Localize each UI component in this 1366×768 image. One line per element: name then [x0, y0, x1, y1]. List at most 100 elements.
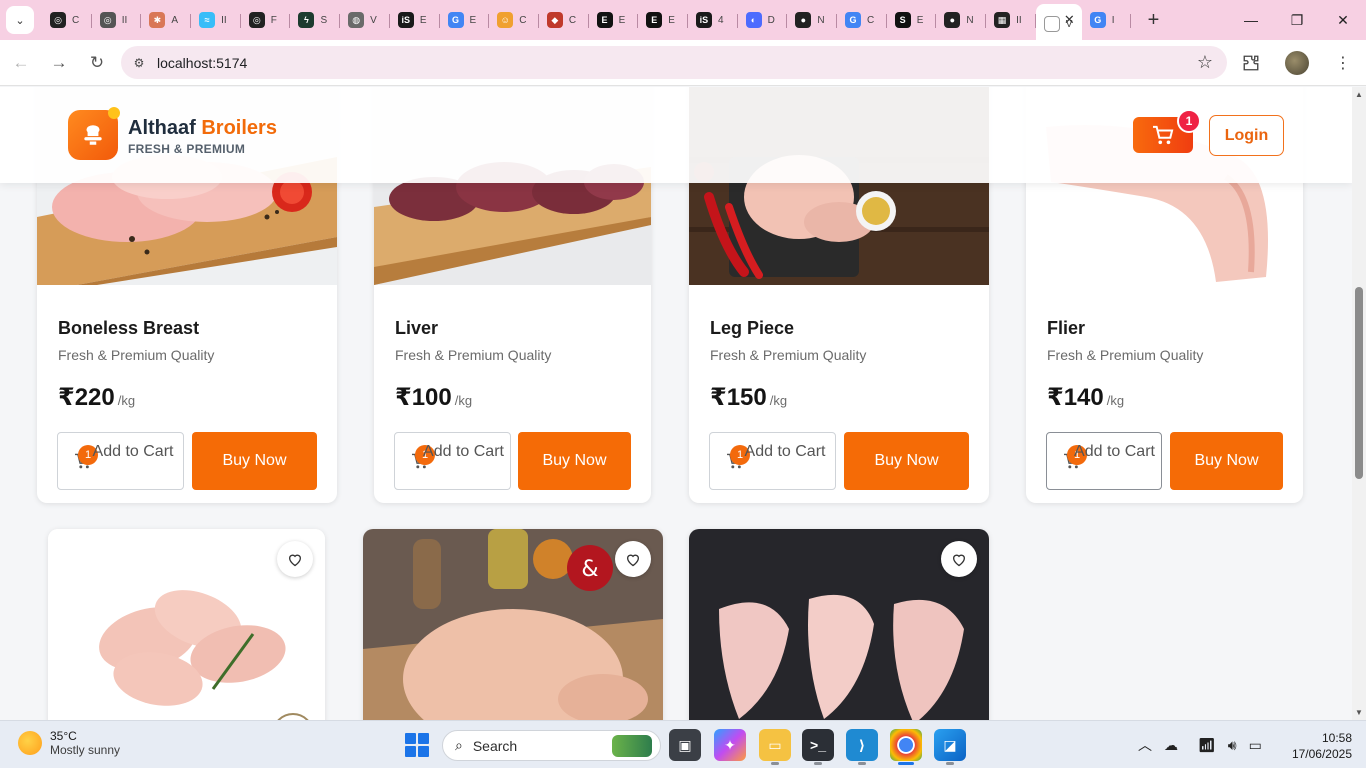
buy-now-button[interactable]: Buy Now [1170, 432, 1283, 490]
add-to-cart-button[interactable]: 1 Add to Cart [57, 432, 184, 490]
brand-name[interactable]: Althaaf Broilers [128, 117, 277, 140]
browser-tab[interactable]: ◍ V [340, 4, 390, 36]
buy-now-button[interactable]: Buy Now [518, 432, 631, 490]
tab-title: E [618, 14, 626, 26]
start-button[interactable] [405, 733, 429, 757]
browser-tab[interactable]: ◎ C [42, 4, 92, 36]
s-icon: S [894, 12, 911, 28]
browser-tab[interactable]: ◎ II [92, 4, 142, 36]
gem-icon: ◆ [546, 12, 563, 28]
site-info-icon[interactable]: ⚙ [131, 55, 147, 71]
browser-tab[interactable]: EE [638, 4, 688, 36]
tailwind-icon: ≈ [199, 12, 216, 28]
browser-tab-strip: ⌄ ◎ C ◎ II ✱ A ≈ II ◎ Fϟ S ◍ ViS E G E ☺ C ◆ C E E E EiS 4 ◐ D ● N G C… [0, 0, 1366, 44]
volume-icon[interactable]: 🔊︎ [1228, 737, 1237, 754]
browser-tab[interactable]: GI [1082, 4, 1132, 36]
browser-tab[interactable]: GC [837, 4, 887, 36]
url-text: localhost:5174 [157, 54, 248, 71]
browser-tab[interactable]: ϟS [290, 4, 340, 36]
cloud-sync-icon[interactable]: ☁ [1164, 737, 1178, 754]
new-tab-button[interactable]: + [1139, 6, 1167, 34]
scroll-down-arrow-icon[interactable]: ▼ [1355, 708, 1363, 717]
browser-tab[interactable]: ● N [936, 4, 986, 36]
logo-accent-dot [108, 107, 120, 119]
chevron-up-icon[interactable]: ︿ [1138, 735, 1152, 755]
restore-button[interactable]: ❐ [1274, 0, 1320, 40]
forward-button[interactable]: → [42, 46, 76, 80]
wifi-icon[interactable]: 📶︎ [1198, 737, 1216, 754]
github-icon: ● [944, 12, 961, 28]
tab-title: E [469, 14, 477, 26]
battery-icon[interactable]: ▭ [1249, 737, 1262, 754]
vscode-icon[interactable]: ⟩ [846, 729, 878, 765]
browser-tab[interactable]: iS 4 [688, 4, 738, 36]
buy-now-button[interactable]: Buy Now [844, 432, 969, 490]
browser-tab[interactable]: ◆ C [539, 4, 589, 36]
brand-name-primary: Althaaf [128, 117, 196, 139]
chef-hat-icon [84, 125, 102, 145]
dark-e-icon: E [646, 12, 663, 28]
browser-tab[interactable]: ▦ II [986, 4, 1036, 36]
reload-button[interactable]: ↻ [80, 46, 114, 80]
product-description: Fresh & Premium Quality [710, 347, 867, 363]
browser-tab[interactable]: EE [589, 4, 639, 36]
terminal-icon[interactable]: >_ [802, 729, 834, 765]
file-explorer-icon[interactable]: ▭ [759, 729, 791, 765]
login-button[interactable]: Login [1209, 115, 1284, 156]
page-scrollbar[interactable]: ▲ ▼ [1352, 87, 1366, 720]
tab-title: S [320, 14, 328, 26]
product-price: ₹150/kg [710, 383, 787, 412]
buy-now-button[interactable]: Buy Now [192, 432, 317, 490]
system-tray: ︿ ☁ 📶︎ 🔊︎ ▭ [1138, 735, 1262, 755]
browser-tab[interactable]: ☺ C [489, 4, 539, 36]
wishlist-heart-button[interactable] [615, 541, 651, 577]
vite-icon [1043, 16, 1060, 32]
tab-title: 4 [717, 14, 724, 26]
tab-title: V [370, 14, 377, 26]
task-view-icon[interactable]: ▣ [669, 729, 701, 761]
price-unit: /kg [1106, 393, 1125, 408]
tab-title: II [1016, 14, 1022, 26]
address-bar[interactable]: ⚙ localhost:5174 ☆ [121, 46, 1227, 79]
windows-taskbar: 35°C Mostly sunny ⌕ Search ▣ ✦ ▭ >_ ⟩ ◪ … [0, 720, 1366, 768]
browser-tab[interactable]: SE [887, 4, 937, 36]
wishlist-heart-button[interactable] [277, 541, 313, 577]
minimize-button[interactable]: — [1228, 0, 1274, 40]
close-window-button[interactable]: ✕ [1320, 0, 1366, 40]
taskbar-search[interactable]: ⌕ Search [442, 730, 661, 761]
add-to-cart-button[interactable]: 1 Add to Cart [709, 432, 836, 490]
add-to-cart-button[interactable]: 1 Add to Cart [1046, 432, 1162, 490]
profile-avatar[interactable] [1280, 46, 1314, 80]
browser-tab[interactable]: GE [440, 4, 490, 36]
browser-tab[interactable]: ◐ D [738, 4, 788, 36]
browser-menu-icon[interactable]: ⋮ [1326, 46, 1360, 80]
copilot-icon[interactable]: ✦ [714, 729, 746, 761]
google-icon: G [845, 12, 861, 28]
google-icon: G [1089, 12, 1106, 28]
photos-icon[interactable]: ◪ [934, 729, 966, 765]
scroll-up-arrow-icon[interactable]: ▲ [1355, 90, 1363, 99]
browser-tab[interactable]: ≈ II [191, 4, 241, 36]
product-card [48, 529, 325, 720]
shopping-cart-icon [1153, 125, 1174, 145]
price-unit: /kg [454, 393, 473, 408]
weather-temperature: 35°C [50, 729, 77, 743]
browser-tab[interactable]: ● N [787, 4, 837, 36]
extensions-icon[interactable] [1234, 46, 1268, 80]
wishlist-heart-button[interactable] [941, 541, 977, 577]
tab-list: ◎ C ◎ II ✱ A ≈ II ◎ Fϟ S ◍ ViS E G E ☺ C ◆ C E E E EiS 4 ◐ D ● N G C S E… [42, 0, 1132, 44]
browser-tab[interactable]: ◎ F [241, 4, 291, 36]
weather-widget[interactable]: 35°C Mostly sunny [18, 729, 120, 757]
scrollbar-thumb[interactable] [1355, 287, 1363, 479]
chrome-icon[interactable] [890, 729, 922, 765]
close-tab-icon[interactable]: ✕ [1064, 12, 1075, 28]
browser-tab[interactable]: V ✕ [1035, 4, 1082, 44]
browser-tab[interactable]: ✱ A [141, 4, 191, 36]
taskbar-clock[interactable]: 10:58 17/06/2025 [1292, 730, 1352, 762]
browser-tab[interactable]: iS E [390, 4, 440, 36]
back-button[interactable]: ← [4, 46, 38, 80]
brand-tagline: FRESH & PREMIUM [128, 142, 246, 156]
bookmark-star-icon[interactable]: ☆ [1197, 52, 1213, 73]
tab-search-button[interactable]: ⌄ [6, 6, 34, 34]
add-to-cart-button[interactable]: 1 Add to Cart [394, 432, 511, 490]
